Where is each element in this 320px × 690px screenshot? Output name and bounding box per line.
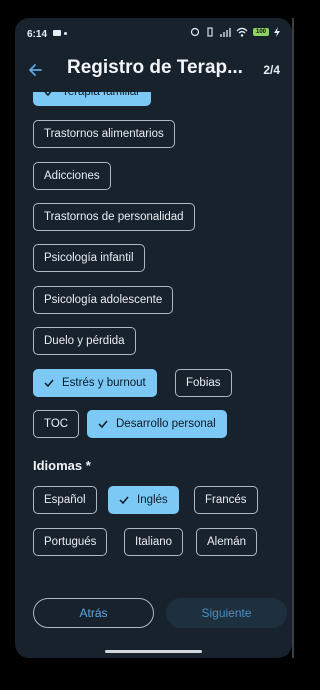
chip-label: Desarrollo personal bbox=[116, 418, 216, 430]
chip-label: Fobias bbox=[186, 377, 221, 389]
charging-icon bbox=[274, 27, 280, 37]
specialty-chip-fobias[interactable]: Fobias bbox=[175, 369, 232, 397]
device-edge bbox=[292, 18, 294, 658]
chip-label: Duelo y pérdida bbox=[44, 335, 125, 347]
languages-section-label: Idiomas * bbox=[33, 458, 91, 473]
notification-icon bbox=[53, 30, 61, 36]
specialty-chip-trastornos-personalidad[interactable]: Trastornos de personalidad bbox=[33, 203, 195, 231]
specialty-chip-adicciones[interactable]: Adicciones bbox=[33, 162, 111, 190]
language-chip-italiano[interactable]: Italiano bbox=[124, 528, 184, 556]
wifi-icon bbox=[236, 27, 248, 37]
home-indicator[interactable] bbox=[105, 650, 202, 653]
chip-label: Italiano bbox=[135, 536, 173, 548]
chip-label: Psicología adolescente bbox=[44, 294, 163, 306]
check-icon bbox=[44, 379, 54, 388]
alarm-icon bbox=[190, 27, 200, 37]
app-screen: 6:14 100 Registro de Terap... 2/4 Terapi… bbox=[15, 18, 292, 658]
back-arrow-icon[interactable] bbox=[25, 60, 45, 80]
chip-label: Francés bbox=[205, 494, 247, 506]
chip-label: Trastornos de personalidad bbox=[44, 211, 184, 223]
specialty-chip-trastornos-alimentarios[interactable]: Trastornos alimentarios bbox=[33, 120, 175, 148]
check-icon bbox=[98, 420, 108, 429]
chip-label: Alemán bbox=[207, 536, 246, 548]
status-bar: 6:14 100 bbox=[15, 18, 292, 50]
specialty-chip-estres-burnout[interactable]: Estrés y burnout bbox=[33, 369, 157, 397]
specialty-chip-desarrollo-personal[interactable]: Desarrollo personal bbox=[87, 410, 227, 438]
next-button[interactable]: Siguiente bbox=[166, 598, 287, 628]
check-icon bbox=[119, 496, 129, 505]
chip-label: TOC bbox=[44, 418, 69, 430]
chip-label: Psicología infantil bbox=[44, 252, 134, 264]
form-content: Terapia familiar Trastornos alimentarios… bbox=[15, 92, 292, 592]
specialty-chip-duelo-perdida[interactable]: Duelo y pérdida bbox=[33, 327, 136, 355]
specialty-chip-terapia-familiar[interactable]: Terapia familiar bbox=[33, 92, 151, 106]
back-button[interactable]: Atrás bbox=[33, 598, 154, 628]
notification-icons bbox=[53, 30, 67, 36]
chip-label: Adicciones bbox=[44, 170, 100, 182]
specialty-chip-psicologia-adolescente[interactable]: Psicología adolescente bbox=[33, 286, 174, 314]
language-chip-portugues[interactable]: Portugués bbox=[33, 528, 108, 556]
language-chip-aleman[interactable]: Alemán bbox=[196, 528, 257, 556]
page-title: Registro de Terap... bbox=[67, 57, 243, 78]
chip-label: Estrés y burnout bbox=[62, 377, 146, 389]
status-time: 6:14 bbox=[27, 29, 48, 40]
app-header: Registro de Terap... 2/4 bbox=[15, 50, 292, 92]
more-notifications-icon bbox=[64, 31, 67, 35]
language-chip-espanol[interactable]: Español bbox=[33, 486, 97, 514]
specialty-chip-psicologia-infantil[interactable]: Psicología infantil bbox=[33, 244, 145, 272]
specialty-chip-toc[interactable]: TOC bbox=[33, 410, 80, 438]
step-indicator: 2/4 bbox=[263, 63, 280, 77]
battery-icon: 100 bbox=[253, 28, 269, 36]
check-icon bbox=[44, 92, 52, 97]
status-icons: 100 bbox=[190, 27, 280, 37]
chip-label: Inglés bbox=[137, 494, 168, 506]
chip-label: Trastornos alimentarios bbox=[44, 128, 164, 140]
chip-label: Portugués bbox=[44, 536, 97, 548]
vibrate-icon bbox=[207, 27, 213, 37]
chip-label: Terapia familiar bbox=[62, 92, 140, 98]
language-chip-frances[interactable]: Francés bbox=[194, 486, 258, 514]
signal-icon bbox=[220, 27, 231, 37]
language-chip-ingles[interactable]: Inglés bbox=[108, 486, 179, 514]
chip-label: Español bbox=[44, 494, 86, 506]
